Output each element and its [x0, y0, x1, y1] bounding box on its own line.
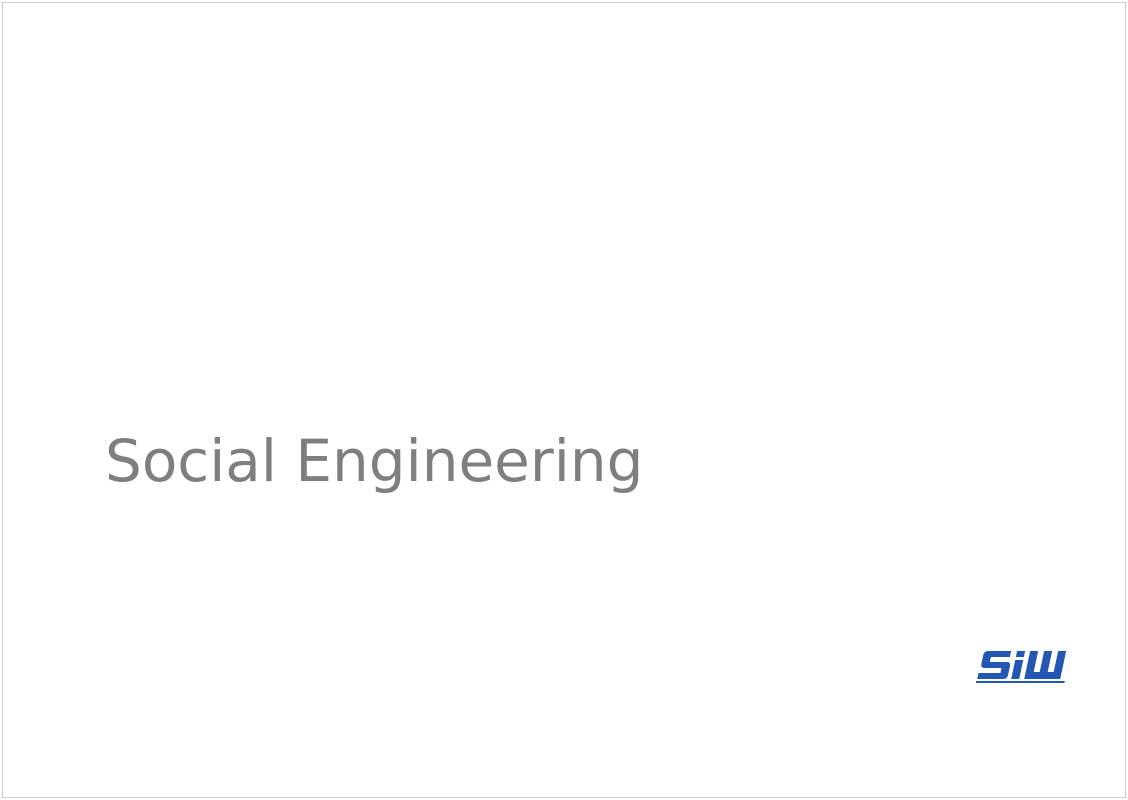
siw-logo: [976, 647, 1078, 683]
siw-logo-icon: [976, 651, 1067, 683]
slide-title: Social Engineering: [105, 427, 644, 495]
slide: Social Engineering: [2, 2, 1126, 798]
